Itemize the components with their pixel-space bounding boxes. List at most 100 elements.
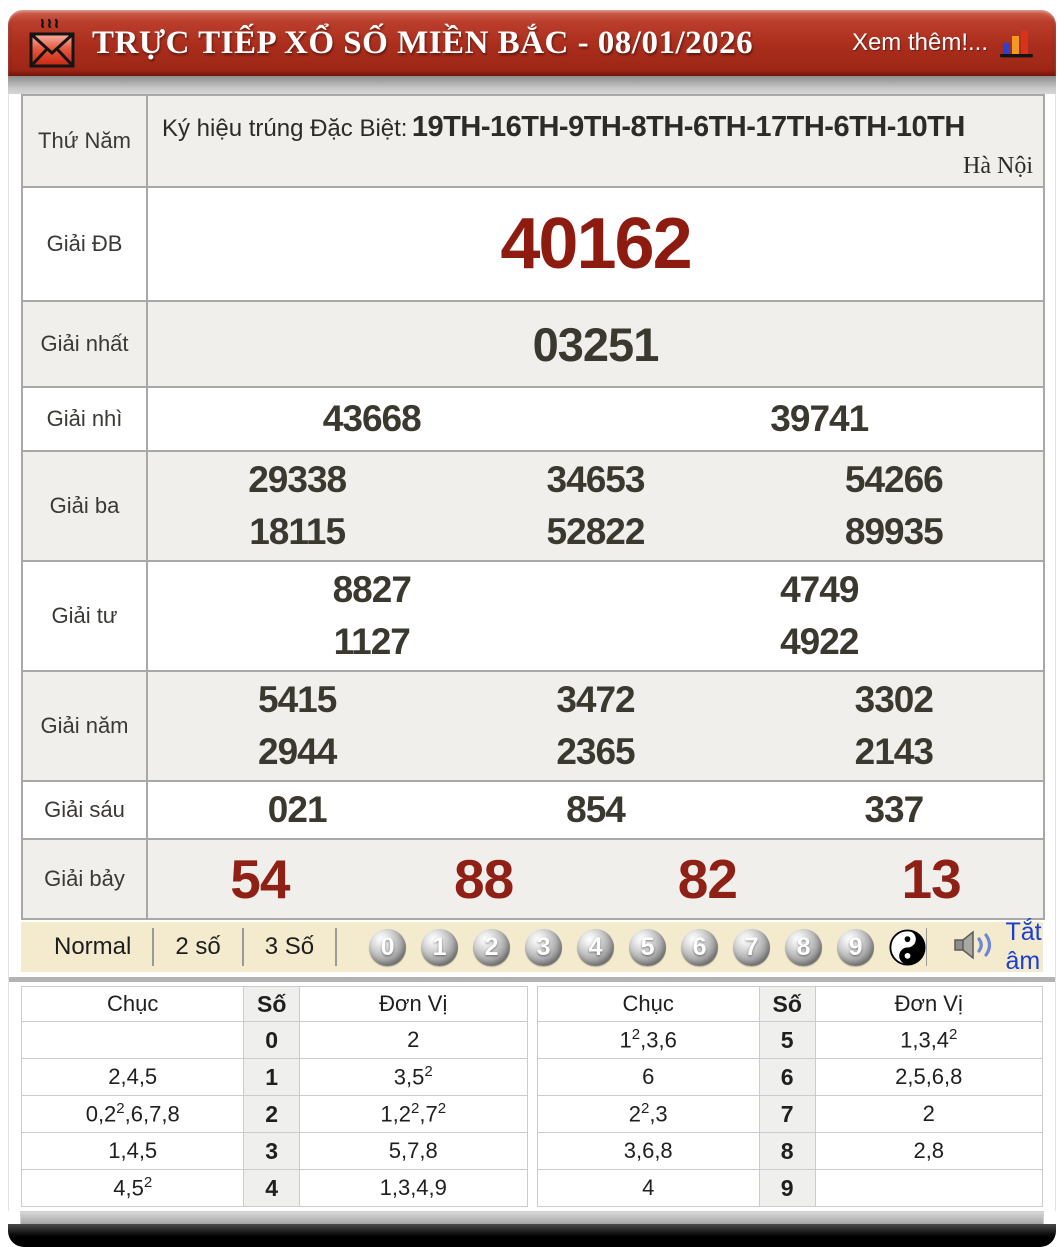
summary-row: 49 (537, 1170, 1043, 1207)
summary-header: Số (759, 987, 815, 1022)
digit-cell: 6 (759, 1059, 815, 1096)
number-ball-0[interactable]: 0 (369, 929, 406, 966)
prize-number: 43668 (148, 398, 596, 440)
summary-row: 0,22,6,7,821,22,72 (22, 1096, 528, 1133)
prize-number: 13 (819, 847, 1043, 911)
province-label: Hà Nội (963, 153, 1033, 180)
prize-number: 54 (148, 847, 372, 911)
prize-number: 03251 (148, 317, 1043, 372)
number-ball-6[interactable]: 6 (681, 929, 718, 966)
summary-header: Đơn Vị (300, 987, 528, 1022)
prize-number: 18115 (148, 511, 446, 553)
units-cell: 2,8 (815, 1133, 1043, 1170)
tens-cell: 3,6,8 (537, 1133, 759, 1170)
units-cell: 1,22,72 (300, 1096, 528, 1133)
number-ball-8[interactable]: 8 (785, 929, 822, 966)
mode-button-3[interactable]: 3 Số (244, 933, 335, 961)
units-cell: 1,3,42 (815, 1022, 1043, 1059)
footer-bar (8, 1224, 1056, 1247)
mute-button[interactable]: Tắt âm (953, 918, 1042, 976)
number-ball-2[interactable]: 2 (473, 929, 510, 966)
tens-cell: 0,22,6,7,8 (22, 1096, 244, 1133)
prize-label: Giải ba (22, 451, 147, 561)
digit-cell: 5 (759, 1022, 815, 1059)
tens-cell: 4 (537, 1170, 759, 1207)
prize-label: Giải tư (22, 561, 147, 671)
prize-number: 89935 (745, 511, 1043, 553)
result-row-nhi: Giải nhì4366839741 (22, 387, 1044, 451)
prize-label: Giải bảy (22, 839, 147, 919)
mode-button-1[interactable]: Normal (33, 933, 152, 961)
bar-chart-icon (998, 27, 1036, 59)
summary-header: Chục (537, 987, 759, 1022)
content-area: Thứ Năm Ký hiệu trúng Đặc Biệt: 19TH-16T… (8, 94, 1056, 1211)
prize-number: 3302 (745, 679, 1043, 721)
sign-prefix: Ký hiệu trúng Đặc Biệt: (162, 115, 407, 142)
number-balls: 0123456789 (369, 929, 926, 966)
divider (335, 928, 337, 966)
summary-header: Chục (22, 987, 244, 1022)
prize-number: 82 (596, 847, 820, 911)
summary-row: 1,4,535,7,8 (22, 1133, 528, 1170)
header-bar: TRỰC TIẾP XỔ SỐ MIỀN BẮC - 08/01/2026 Xe… (8, 10, 1056, 76)
prize-number: 8827 (148, 569, 596, 611)
summary-section: ChụcSốĐơn Vị022,4,513,520,22,6,7,821,22,… (21, 986, 1043, 1211)
summary-divider (9, 977, 1055, 982)
day-label: Thứ Năm (22, 95, 147, 187)
result-row-sau: Giải sáu021854337 (22, 781, 1044, 839)
tens-cell: 1,4,5 (22, 1133, 244, 1170)
number-ball-7[interactable]: 7 (733, 929, 770, 966)
see-more-link[interactable]: Xem thêm!... (852, 29, 988, 57)
digit-cell: 0 (244, 1022, 300, 1059)
divider (926, 928, 927, 966)
results-table: Thứ Năm Ký hiệu trúng Đặc Biệt: 19TH-16T… (21, 94, 1045, 920)
prize-label: Giải năm (22, 671, 147, 781)
prize-number: 2944 (148, 731, 446, 773)
prize-label: Giải nhất (22, 301, 147, 387)
prize-number: 52822 (446, 511, 744, 553)
units-cell: 2,5,6,8 (815, 1059, 1043, 1096)
number-ball-4[interactable]: 4 (577, 929, 614, 966)
control-bar: Normal2 số3 Số 0123456789 (21, 922, 1043, 972)
number-ball-9[interactable]: 9 (837, 929, 874, 966)
sign-code: 19TH-16TH-9TH-8TH-6TH-17TH-6TH-10TH (412, 111, 965, 143)
prize-number: 54266 (745, 459, 1043, 501)
summary-row: 2,4,513,52 (22, 1059, 528, 1096)
mode-button-2[interactable]: 2 số (154, 933, 241, 961)
units-cell: 1,3,4,9 (300, 1170, 528, 1207)
prize-number: 337 (745, 789, 1043, 831)
digit-cell: 7 (759, 1096, 815, 1133)
summary-table-1: ChụcSốĐơn Vị0 22,4,513,520,22,6,7,821,22,… (21, 986, 528, 1207)
tens-cell: 22,3 (537, 1096, 759, 1133)
units-cell: 2 (815, 1096, 1043, 1133)
summary-header: Đơn Vị (815, 987, 1043, 1022)
summary-row: 662,5,6,8 (537, 1059, 1043, 1096)
prize-number: 2143 (745, 731, 1043, 773)
tens-cell: 12,3,6 (537, 1022, 759, 1059)
hot-mail-icon (28, 16, 76, 72)
tens-cell: 4,52 (22, 1170, 244, 1207)
summary-row: 4,5241,3,4,9 (22, 1170, 528, 1207)
page-title: TRỰC TIẾP XỔ SỐ MIỀN BẮC - 08/01/2026 (92, 25, 753, 62)
prize-number: 4922 (596, 621, 1044, 663)
digit-cell: 8 (759, 1133, 815, 1170)
number-ball-3[interactable]: 3 (525, 929, 562, 966)
number-ball-1[interactable]: 1 (421, 929, 458, 966)
number-ball-5[interactable]: 5 (629, 929, 666, 966)
prize-number: 021 (148, 789, 446, 831)
digit-cell: 4 (244, 1170, 300, 1207)
prize-label: Giải nhì (22, 387, 147, 451)
summary-table-2: ChụcSốĐơn Vị 12,3,651,3,42662,5,6,822,372… (537, 986, 1044, 1207)
tens-cell: 2,4,5 (22, 1059, 244, 1096)
prize-number: 2365 (446, 731, 744, 773)
prize-number: 3472 (446, 679, 744, 721)
prize-label: Giải ĐB (22, 187, 147, 301)
digit-cell: 2 (244, 1096, 300, 1133)
yin-yang-icon[interactable] (889, 929, 926, 966)
lottery-widget: TRỰC TIẾP XỔ SỐ MIỀN BẮC - 08/01/2026 Xe… (8, 10, 1056, 1247)
speaker-icon (953, 930, 997, 965)
summary-header: Số (244, 987, 300, 1022)
prize-number: 1127 (148, 621, 596, 663)
prize-number: 40162 (148, 203, 1043, 285)
mute-label: Tắt âm (1005, 918, 1042, 976)
